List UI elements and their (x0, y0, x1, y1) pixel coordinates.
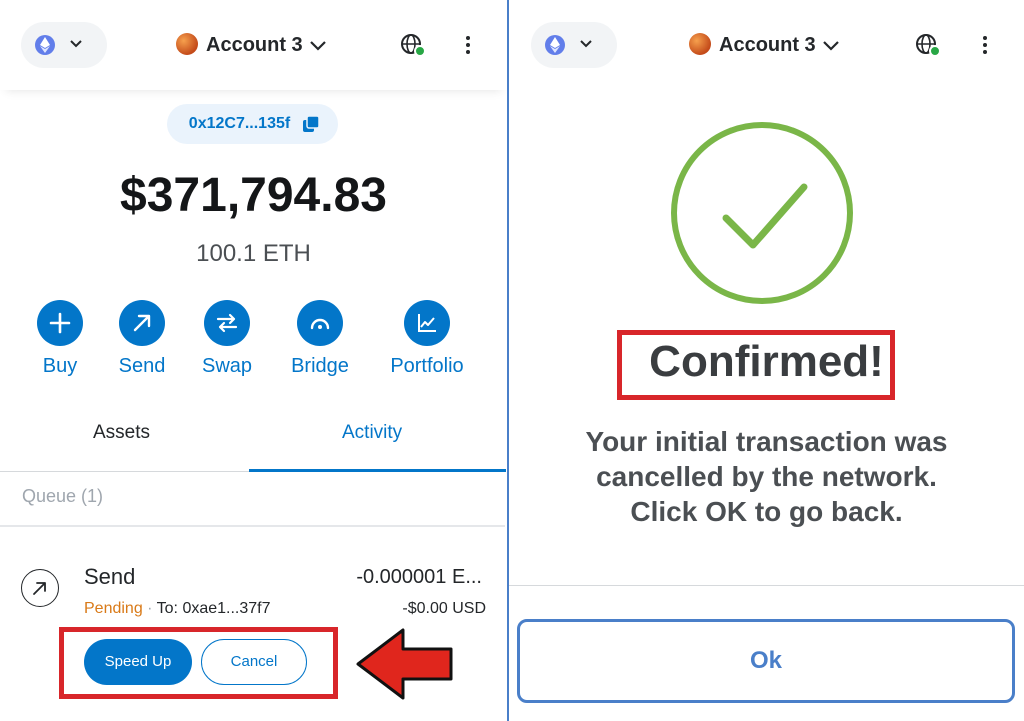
tx-status-pending: Pending (84, 600, 143, 617)
bridge-icon (310, 318, 330, 330)
cancellation-message: Your initial transaction was cancelled b… (509, 424, 1024, 529)
balance-eth: 100.1 ETH (196, 240, 311, 267)
tx-recipient: To: 0xae1...37f7 (156, 600, 271, 617)
send-tx-icon (21, 569, 59, 607)
account-selector[interactable]: Account 3 (689, 33, 840, 59)
ok-button[interactable]: Ok (517, 619, 1015, 703)
queue-divider (0, 525, 505, 527)
message-line: Click OK to go back. (630, 496, 903, 527)
chart-icon (418, 314, 436, 332)
plus-icon (49, 312, 71, 334)
tx-status-separator: · (147, 600, 153, 617)
swap-label: Swap (201, 355, 253, 377)
chevron-down-icon (822, 41, 839, 51)
tx-status: Pending · To: 0xae1...37f7 (84, 600, 271, 618)
confirmed-heading: Confirmed! (649, 337, 884, 386)
wallet-panel: Account 3 0x12C7...135f $371,794.83 100.… (0, 0, 507, 721)
queue-label: Queue (1) (22, 486, 104, 506)
swap-button[interactable]: Swap (177, 300, 277, 378)
ethereum-icon (545, 35, 565, 55)
account-avatar (176, 33, 198, 55)
address-copy-pill[interactable]: 0x12C7...135f (167, 104, 338, 144)
kebab-menu-icon[interactable] (982, 34, 988, 56)
portfolio-label: Portfolio (390, 355, 464, 377)
kebab-menu-icon[interactable] (465, 34, 471, 56)
portfolio-button[interactable]: Portfolio (377, 300, 477, 378)
message-line: Your initial transaction was (585, 426, 948, 457)
cancel-button[interactable]: Cancel (201, 639, 307, 685)
account-name: Account 3 (206, 34, 303, 56)
bridge-label: Bridge (291, 355, 349, 377)
ethereum-icon (35, 35, 55, 55)
chevron-down-icon (580, 40, 592, 48)
tab-activity[interactable]: Activity (342, 422, 402, 444)
globe-connected-icon[interactable] (915, 33, 941, 59)
account-name: Account 3 (719, 34, 816, 56)
swap-icon (216, 313, 238, 333)
check-circle-icon (671, 122, 853, 304)
copy-icon (303, 115, 320, 132)
network-selector[interactable] (21, 22, 107, 68)
red-arrow-icon (356, 628, 453, 700)
chevron-down-icon (70, 40, 82, 48)
bridge-button[interactable]: Bridge (270, 300, 370, 378)
confirmation-panel: Account 3 Confirmed! Your initial transa… (509, 0, 1024, 721)
account-selector[interactable]: Account 3 (176, 33, 327, 59)
confirmation-header: Account 3 (509, 0, 1024, 90)
account-avatar (689, 33, 711, 55)
arrow-up-right-icon (133, 314, 151, 332)
account-address: 0x12C7...135f (188, 115, 291, 132)
speed-up-button[interactable]: Speed Up (84, 639, 192, 685)
globe-connected-icon[interactable] (400, 33, 426, 59)
tab-active-indicator (249, 469, 506, 472)
wallet-header: Account 3 (0, 0, 507, 90)
chevron-down-icon (309, 41, 326, 51)
balance-usd: $371,794.83 (120, 169, 387, 222)
tx-usd: -$0.00 USD (402, 600, 486, 617)
tab-assets[interactable]: Assets (93, 422, 150, 444)
footer-divider (509, 585, 1024, 586)
message-line: cancelled by the network. (596, 461, 937, 492)
tx-title[interactable]: Send (84, 564, 135, 590)
tx-amount: -0.000001 E... (356, 566, 482, 588)
network-selector[interactable] (531, 22, 617, 68)
